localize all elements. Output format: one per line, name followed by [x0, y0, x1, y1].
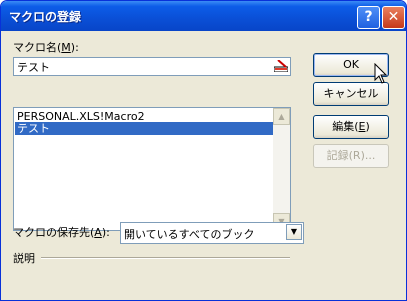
macro-name-input[interactable]: テスト — [13, 57, 291, 76]
description-label: 説明 — [13, 252, 35, 265]
macro-name-label: マクロ名(M): — [13, 41, 79, 54]
record-button[interactable]: 記録(R)... — [313, 144, 389, 168]
dialog-body: マクロ名(M): テスト PERSONAL.XLS!Macro2 テスト ▲ ▼… — [1, 31, 406, 300]
macro-name-value: テスト — [17, 61, 50, 74]
help-button[interactable]: ? — [357, 6, 380, 29]
macro-list[interactable]: PERSONAL.XLS!Macro2 テスト ▲ ▼ — [13, 107, 291, 231]
close-button[interactable]: ✕ — [382, 6, 405, 29]
list-scrollbar[interactable]: ▲ ▼ — [273, 108, 290, 230]
cursor-icon — [374, 63, 388, 84]
title-bar: マクロの登録 ? ✕ — [1, 1, 406, 31]
list-item-selected[interactable]: テスト — [15, 122, 274, 135]
save-location-value: 開いているすべてのブック — [124, 228, 255, 241]
collapse-dialog-icon[interactable] — [274, 60, 288, 72]
help-icon: ? — [364, 9, 373, 25]
scroll-up-icon[interactable]: ▲ — [273, 108, 290, 125]
edit-button[interactable]: 編集(E) — [313, 115, 389, 139]
save-location-label: マクロの保存先(A): — [13, 226, 110, 239]
close-icon: ✕ — [387, 9, 400, 25]
cancel-button[interactable]: キャンセル — [313, 82, 389, 106]
save-location-select[interactable]: 開いているすべてのブック ▼ — [120, 222, 304, 244]
dialog-window: マクロの登録 ? ✕ マクロ名(M): テスト PERSONAL.XLS!Mac… — [0, 0, 407, 301]
dropdown-arrow-icon[interactable]: ▼ — [286, 224, 302, 240]
dialog-title: マクロの登録 — [9, 10, 82, 24]
description-separator — [41, 257, 290, 259]
